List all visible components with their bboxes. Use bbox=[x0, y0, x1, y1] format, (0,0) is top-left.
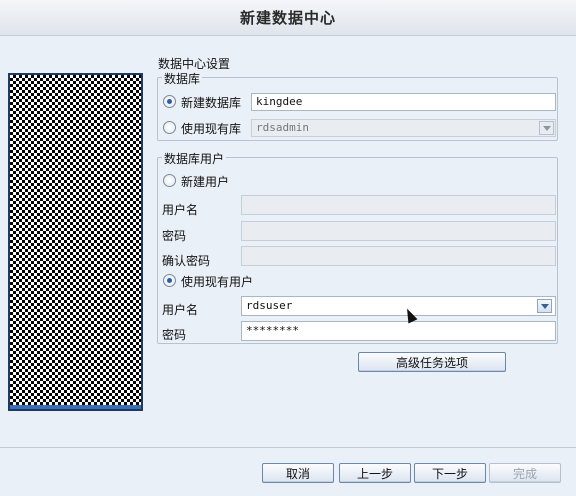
existing-username-label: 用户名 bbox=[162, 303, 199, 317]
existing-user-radio[interactable] bbox=[163, 274, 176, 287]
finish-button[interactable]: 完成 bbox=[489, 463, 561, 483]
database-group-legend: 数据库 bbox=[162, 70, 203, 87]
new-database-radio[interactable] bbox=[163, 95, 176, 108]
new-password-input[interactable] bbox=[241, 221, 556, 241]
confirm-password-label: 确认密码 bbox=[162, 254, 211, 268]
wizard-side-image bbox=[8, 73, 143, 411]
existing-username-select[interactable]: rdsuser bbox=[241, 296, 556, 316]
existing-password-label: 密码 bbox=[162, 328, 187, 342]
new-database-input[interactable]: kingdee bbox=[251, 93, 556, 111]
cancel-button[interactable]: 取消 bbox=[262, 463, 334, 483]
existing-username-dropdown-icon[interactable] bbox=[537, 299, 552, 313]
back-button[interactable]: 上一步 bbox=[339, 463, 411, 483]
existing-database-dropdown-icon[interactable] bbox=[539, 121, 554, 135]
new-username-label: 用户名 bbox=[162, 203, 199, 217]
new-password-label: 密码 bbox=[162, 229, 187, 243]
existing-password-input[interactable]: ******** bbox=[241, 321, 556, 341]
db-user-group-legend: 数据库用户 bbox=[162, 150, 227, 167]
window-title: 新建数据中心 bbox=[239, 9, 336, 27]
existing-user-label[interactable]: 使用现有用户 bbox=[181, 273, 253, 290]
next-button[interactable]: 下一步 bbox=[414, 463, 486, 483]
new-database-label[interactable]: 新建数据库 bbox=[181, 94, 241, 111]
title-bar: 新建数据中心 bbox=[0, 0, 576, 36]
new-username-input[interactable] bbox=[241, 195, 556, 215]
advanced-task-options-button[interactable]: 高级任务选项 bbox=[358, 352, 506, 372]
existing-database-select[interactable]: rdsadmin bbox=[251, 119, 556, 137]
footer-divider bbox=[0, 447, 576, 448]
new-user-label[interactable]: 新建用户 bbox=[181, 173, 229, 190]
confirm-password-input[interactable] bbox=[241, 246, 556, 266]
existing-database-label[interactable]: 使用现有库 bbox=[181, 120, 241, 137]
new-user-radio[interactable] bbox=[163, 174, 176, 187]
existing-database-radio[interactable] bbox=[163, 121, 176, 134]
